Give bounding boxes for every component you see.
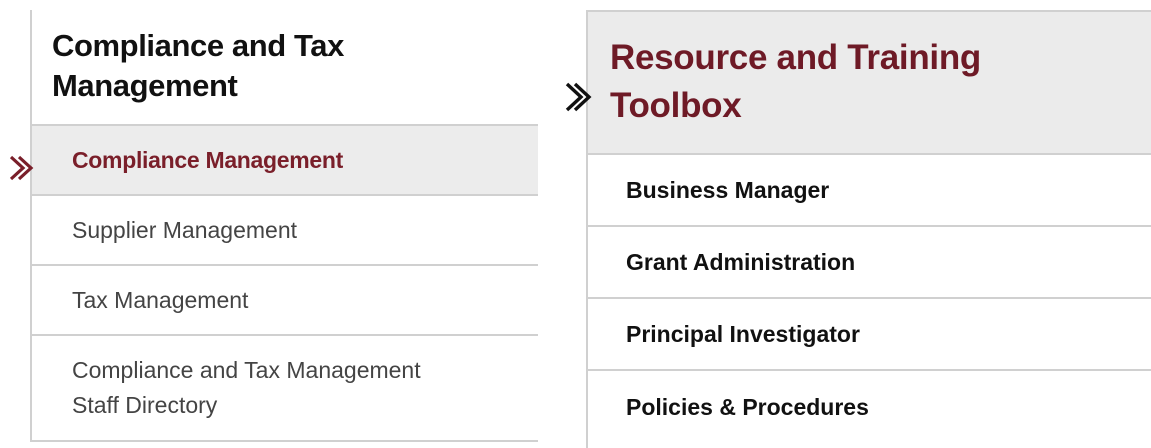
double-chevron-right-icon bbox=[9, 155, 34, 181]
compliance-tax-title-line-1: Compliance and Tax bbox=[52, 28, 344, 63]
nav-item-label: Principal Investigator bbox=[626, 320, 860, 347]
nav-item-label-line-1: Compliance and Tax Management bbox=[72, 357, 421, 383]
nav-item-supplier-management[interactable]: Supplier Management bbox=[32, 196, 538, 266]
compliance-tax-title-line-2: Management bbox=[52, 68, 238, 103]
resource-training-title-line-1: Resource and Training bbox=[610, 38, 982, 77]
nav-item-label: Business Manager bbox=[626, 176, 830, 203]
nav-item-label: Policies & Procedures bbox=[626, 393, 869, 420]
nav-item-label: Compliance and Tax Management Staff Dire… bbox=[72, 353, 421, 423]
compliance-tax-nav: Compliance and Tax Management Compliance… bbox=[30, 10, 538, 442]
resource-training-title: Resource and Training Toolbox bbox=[610, 34, 1151, 130]
nav-item-label: Supplier Management bbox=[72, 216, 298, 243]
nav-item-label-line-2: Staff Directory bbox=[72, 392, 218, 418]
screenshot-canvas: Compliance and Tax Management Compliance… bbox=[0, 0, 1151, 448]
nav-item-business-manager[interactable]: Business Manager bbox=[588, 155, 1151, 227]
resource-training-nav: Resource and Training Toolbox Business M… bbox=[586, 10, 1151, 448]
compliance-tax-title: Compliance and Tax Management bbox=[52, 26, 538, 106]
nav-item-policies-procedures[interactable]: Policies & Procedures bbox=[588, 371, 1151, 443]
compliance-tax-header[interactable]: Compliance and Tax Management bbox=[32, 10, 538, 126]
nav-item-compliance-management[interactable]: Compliance Management bbox=[32, 126, 538, 196]
nav-item-tax-management[interactable]: Tax Management bbox=[32, 266, 538, 336]
nav-item-grant-administration[interactable]: Grant Administration bbox=[588, 227, 1151, 299]
nav-item-staff-directory[interactable]: Compliance and Tax Management Staff Dire… bbox=[32, 336, 538, 440]
resource-training-title-line-2: Toolbox bbox=[610, 86, 742, 125]
nav-item-label: Compliance Management bbox=[72, 146, 344, 173]
nav-item-label: Tax Management bbox=[72, 286, 249, 313]
resource-training-header[interactable]: Resource and Training Toolbox bbox=[588, 12, 1151, 155]
double-chevron-right-icon bbox=[565, 82, 592, 112]
nav-item-principal-investigator[interactable]: Principal Investigator bbox=[588, 299, 1151, 371]
nav-item-label: Grant Administration bbox=[626, 248, 856, 275]
